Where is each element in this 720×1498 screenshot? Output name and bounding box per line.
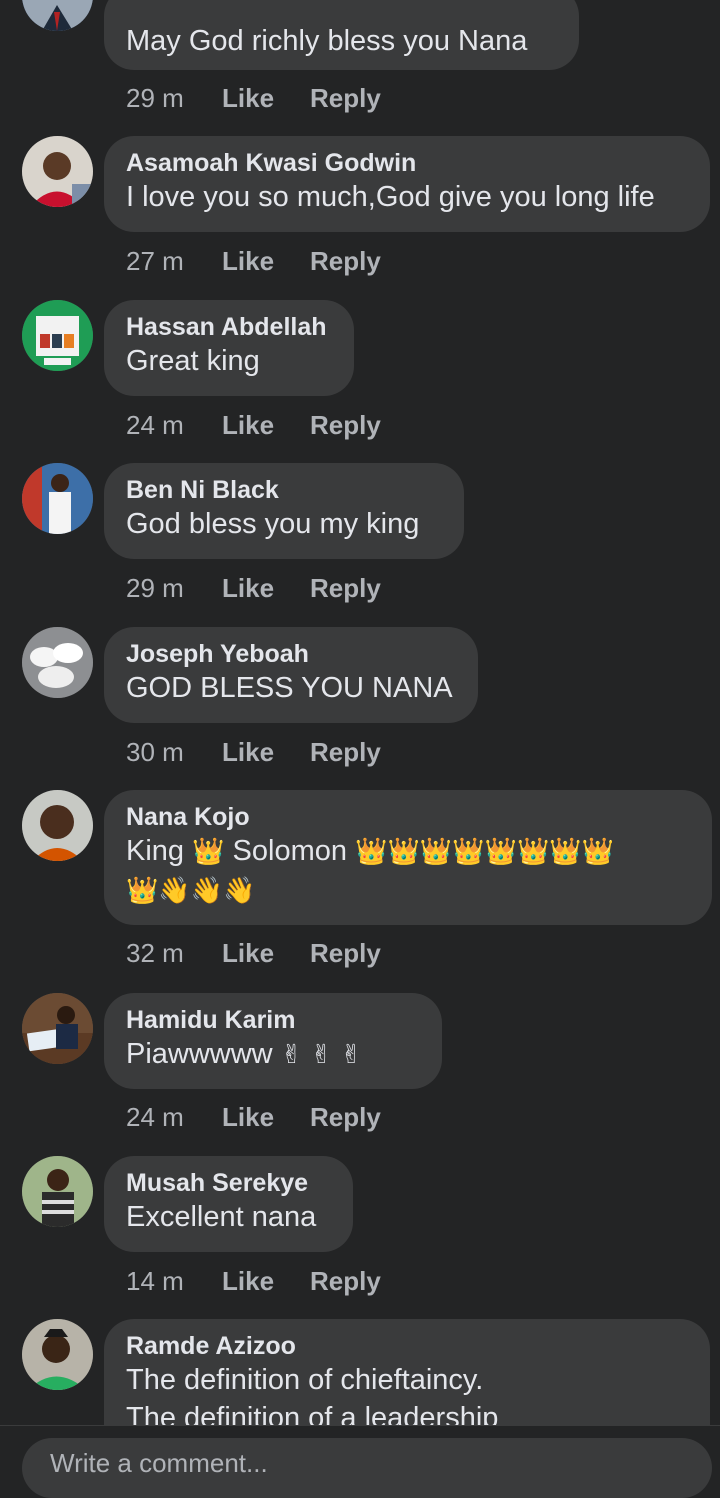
comment-text: GOD BLESS YOU NANA (126, 672, 453, 704)
comment-text-segment: Solomon (224, 835, 356, 867)
comment-input[interactable]: Write a comment... (22, 1438, 712, 1498)
like-button[interactable]: Like (222, 246, 310, 277)
reply-button[interactable]: Reply (310, 938, 381, 969)
like-button[interactable]: Like (222, 737, 310, 768)
comment-timestamp: 29 m (126, 82, 184, 113)
reply-button[interactable]: Reply (310, 410, 381, 441)
comment-timestamp: 24 m (126, 409, 184, 440)
crown-emoji-icon: 👑 (484, 837, 517, 867)
avatar[interactable] (22, 0, 93, 31)
victory-hand-emoji-icon: ✌ (310, 1040, 333, 1070)
reply-button[interactable]: Reply (310, 246, 381, 277)
comment-timestamp: 27 m (126, 245, 184, 276)
avatar[interactable] (22, 300, 93, 371)
avatar[interactable] (22, 790, 93, 861)
crown-emoji-icon: 👑 (549, 837, 582, 867)
comment-author[interactable]: Asamoah Kwasi Godwin (126, 148, 688, 178)
comment-author[interactable]: Joseph Yeboah (126, 639, 456, 669)
crown-emoji-icon: 👑 (126, 876, 159, 906)
reply-button[interactable]: Reply (310, 1102, 381, 1133)
like-button[interactable]: Like (222, 938, 310, 969)
like-button[interactable]: Like (222, 410, 310, 441)
comment-timestamp: 29 m (126, 572, 184, 603)
victory-hand-emoji-icon: ✌ (280, 1040, 303, 1070)
comment-bubble[interactable]: Hassan Abdellah Great king (104, 300, 354, 396)
comment-text: Great king (126, 345, 260, 377)
comment-bubble[interactable]: May God richly bless you Nana (104, 0, 579, 70)
comment-text: I love you so much,God give you long lif… (126, 181, 655, 213)
crown-emoji-icon: 👑 (452, 837, 485, 867)
crown-emoji-icon: 👑 (419, 837, 453, 867)
comment-bubble[interactable]: Asamoah Kwasi Godwin I love you so much,… (104, 136, 710, 232)
comment-bubble[interactable]: Joseph Yeboah GOD BLESS YOU NANA (104, 627, 478, 723)
avatar[interactable] (22, 1319, 93, 1390)
comment-composer-bar: Write a comment... (0, 1425, 720, 1498)
comment-author[interactable]: Nana Kojo (126, 802, 690, 832)
comment-text: Piawwwww ✌ ✌ ✌ (126, 1035, 420, 1074)
waving-hand-emoji-icon: 👋 (223, 876, 256, 906)
comment-text: The definition of chieftaincy. (126, 1364, 484, 1396)
crown-emoji-icon: 👑 (581, 837, 615, 867)
waving-hand-emoji-icon: 👋 (190, 876, 224, 906)
comment-bubble[interactable]: Ramde Azizoo The definition of chieftain… (104, 1319, 710, 1425)
comment-timestamp: 30 m (126, 736, 184, 767)
crown-emoji-icon: 👑 (516, 837, 550, 867)
comment-bubble[interactable]: Nana Kojo King 👑 Solomon 👑👑👑👑👑👑👑👑 👑👋👋👋 (104, 790, 712, 925)
comment-author[interactable]: Hamidu Karim (126, 1005, 420, 1035)
avatar[interactable] (22, 463, 93, 534)
comment-text-segment: Piawwwww (126, 1038, 281, 1070)
comment-text: King 👑 Solomon 👑👑👑👑👑👑👑👑 (126, 832, 690, 871)
avatar[interactable] (22, 993, 93, 1064)
comment-timestamp: 32 m (126, 937, 184, 968)
like-button[interactable]: Like (222, 83, 310, 114)
crown-emoji-icon: 👑 (355, 837, 388, 867)
like-button[interactable]: Like (222, 1266, 310, 1297)
comments-feed[interactable]: May God richly bless you Nana 29 m Like … (0, 0, 720, 1425)
comment-author[interactable]: Hassan Abdellah (126, 312, 332, 342)
like-button[interactable]: Like (222, 573, 310, 604)
comment-bubble[interactable]: Hamidu Karim Piawwwww ✌ ✌ ✌ (104, 993, 442, 1089)
comment-author[interactable]: Musah Serekye (126, 1168, 331, 1198)
comment-text: Excellent nana (126, 1201, 317, 1233)
avatar[interactable] (22, 627, 93, 698)
reply-button[interactable]: Reply (310, 737, 381, 768)
comment-timestamp: 14 m (126, 1265, 184, 1296)
comment-text: May God richly bless you Nana (126, 25, 528, 57)
comment-author[interactable]: Ramde Azizoo (126, 1331, 688, 1361)
reply-button[interactable]: Reply (310, 1266, 381, 1297)
like-button[interactable]: Like (222, 1102, 310, 1133)
avatar[interactable] (22, 1156, 93, 1227)
comment-text-line: 👑👋👋👋 (126, 871, 690, 910)
comment-text-segment: King (126, 835, 193, 867)
comment-timestamp: 24 m (126, 1101, 184, 1132)
comment-text: God bless you my king (126, 508, 420, 540)
comment-bubble[interactable]: Ben Ni Black God bless you my king (104, 463, 464, 559)
reply-button[interactable]: Reply (310, 83, 381, 114)
crown-emoji-icon: 👑 (192, 837, 225, 867)
comment-text-line: The definition of a leadership (126, 1402, 499, 1425)
avatar[interactable] (22, 136, 93, 207)
crown-emoji-icon: 👑 (387, 837, 420, 867)
reply-button[interactable]: Reply (310, 573, 381, 604)
comment-bubble[interactable]: Musah Serekye Excellent nana (104, 1156, 353, 1252)
waving-hand-emoji-icon: 👋 (158, 876, 191, 906)
comment-author[interactable]: Ben Ni Black (126, 475, 442, 505)
victory-hand-emoji-icon: ✌ (340, 1040, 363, 1070)
